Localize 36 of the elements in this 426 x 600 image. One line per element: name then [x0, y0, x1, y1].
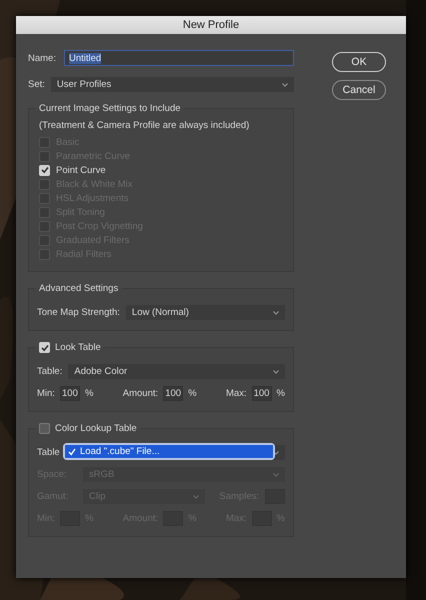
chevron-icon: [273, 310, 279, 314]
unit-label: %: [188, 513, 197, 524]
window-title: New Profile: [182, 19, 240, 31]
chevron-icon: [193, 494, 199, 498]
chevron-icon: [273, 472, 279, 476]
unit-label: %: [84, 388, 94, 399]
unit-label: %: [84, 513, 94, 524]
group-title: Look Table: [55, 342, 101, 353]
group-title: Advanced Settings: [38, 283, 120, 294]
table-dropdown[interactable]: Adobe Color: [68, 364, 285, 379]
ok-button[interactable]: OK: [332, 52, 386, 72]
table-label: Table:: [37, 366, 62, 377]
tone-map-label: Tone Map Strength:: [37, 307, 120, 318]
unit-label: %: [276, 513, 285, 524]
cancel-button[interactable]: Cancel: [332, 80, 386, 100]
number-field[interactable]: 100: [252, 386, 272, 401]
group-title: Color Lookup Table: [55, 423, 137, 434]
amount-label: Max:: [226, 388, 247, 399]
unit-label: %: [188, 388, 197, 399]
set-dropdown[interactable]: User Profiles: [50, 77, 294, 92]
amount-label: Min:: [37, 388, 55, 399]
note-text: (Treatment & Camera Profile are always included): [39, 120, 250, 131]
set-label: Set:: [28, 79, 45, 90]
check-icon: [68, 448, 76, 456]
number-field[interactable]: 100: [163, 386, 184, 401]
chevron-icon: [273, 370, 279, 374]
chevron-icon: [282, 82, 288, 86]
unit-label: %: [276, 388, 285, 399]
table-label: Table: [37, 447, 60, 458]
amount-label: Amount:: [122, 388, 158, 399]
group-title: Current Image Settings to Include: [38, 103, 182, 114]
tone-map-dropdown[interactable]: Low (Normal): [126, 305, 285, 320]
number-field[interactable]: 100: [60, 386, 80, 401]
name-field[interactable]: Untitled: [64, 50, 294, 66]
checkbox-label: Point Curve: [56, 164, 106, 176]
name-label: Name:: [28, 52, 56, 64]
